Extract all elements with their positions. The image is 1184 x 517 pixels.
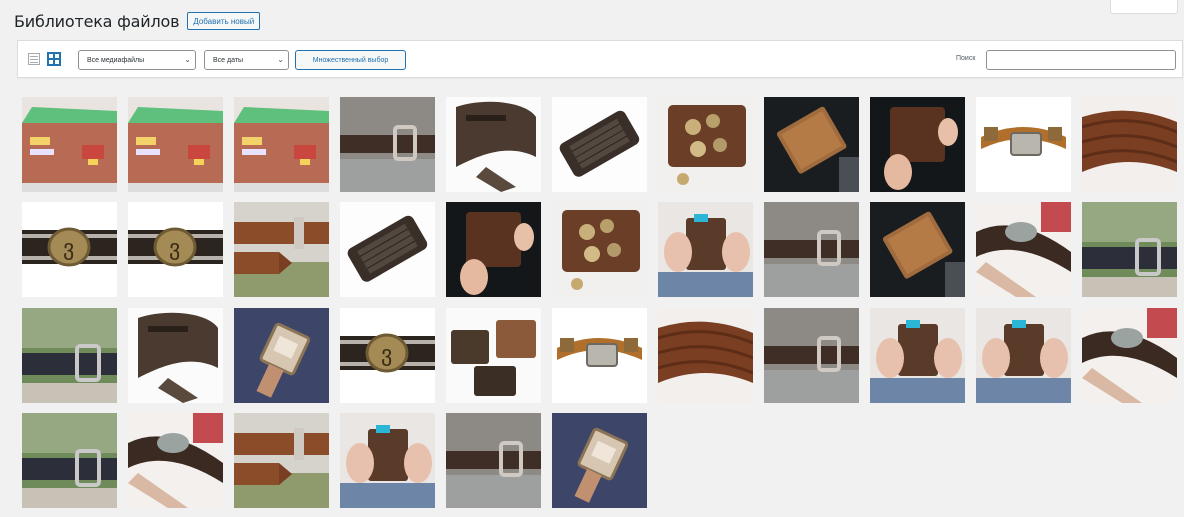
attachment-thumbnail[interactable] [1082,307,1177,403]
date-filter[interactable]: Все даты ⌄ [204,50,289,70]
attachment-thumbnail[interactable] [22,412,117,508]
attachment-thumbnail[interactable] [128,412,223,508]
add-new-button[interactable]: Добавить новый [187,12,261,30]
attachment-thumbnail[interactable] [976,307,1071,403]
attachments-grid: ვ ვ ვ [22,97,1178,511]
attachment-thumbnail[interactable]: ვ [340,307,435,403]
attachment-thumbnail[interactable] [234,307,329,403]
attachment-thumbnail[interactable] [658,202,753,298]
media-type-filter-value: Все медиафайлы [87,56,145,64]
attachment-thumbnail[interactable] [764,97,859,192]
attachment-thumbnail[interactable] [552,412,647,508]
attachment-thumbnail[interactable] [1082,97,1177,192]
attachment-thumbnail[interactable] [446,307,541,403]
attachment-thumbnail[interactable] [870,202,965,298]
date-filter-value: Все даты [213,56,244,64]
attachment-thumbnail[interactable]: ვ [22,202,117,298]
attachment-thumbnail[interactable] [128,307,223,403]
media-type-filter[interactable]: Все медиафайлы ⌄ [78,50,196,70]
attachment-thumbnail[interactable] [446,97,541,192]
attachment-thumbnail[interactable] [764,202,859,298]
attachment-thumbnail[interactable] [446,412,541,508]
chevron-down-icon: ⌄ [277,55,284,64]
attachment-thumbnail[interactable] [22,97,117,192]
attachment-thumbnail[interactable] [658,307,753,403]
search-input[interactable] [986,50,1176,70]
attachment-thumbnail[interactable] [128,97,223,192]
svg-text:ვ: ვ [63,236,74,261]
chevron-down-icon: ⌄ [184,55,191,64]
attachment-thumbnail[interactable] [340,97,435,192]
attachment-thumbnail[interactable] [976,97,1071,192]
attachment-thumbnail[interactable] [234,412,329,508]
attachment-thumbnail[interactable] [870,307,965,403]
page-header: Библиотека файлов Добавить новый [14,8,261,34]
attachment-thumbnail[interactable]: ვ [128,202,223,298]
attachment-thumbnail[interactable] [234,202,329,298]
attachment-thumbnail[interactable] [1082,202,1177,298]
svg-text:ვ: ვ [169,236,180,261]
list-view-icon[interactable] [28,53,40,65]
help-tab[interactable] [1110,0,1178,14]
attachment-thumbnail[interactable] [870,97,965,192]
attachment-thumbnail[interactable] [22,307,117,403]
media-toolbar: Все медиафайлы ⌄ Все даты ⌄ Множественны… [17,40,1183,78]
bulk-select-button[interactable]: Множественный выбор [295,50,406,70]
svg-text:ვ: ვ [381,342,392,367]
attachment-thumbnail[interactable] [446,202,541,298]
attachment-thumbnail[interactable] [552,307,647,403]
attachment-thumbnail[interactable] [552,202,647,298]
attachment-thumbnail[interactable] [764,307,859,403]
search-label: Поиск [956,55,976,62]
attachment-thumbnail[interactable] [340,202,435,298]
attachment-thumbnail[interactable] [552,97,647,192]
attachment-thumbnail[interactable] [340,412,435,508]
page-title: Библиотека файлов [14,11,180,31]
attachment-thumbnail[interactable] [234,97,329,192]
grid-view-icon[interactable] [47,52,61,66]
attachment-thumbnail[interactable] [976,202,1071,298]
attachment-thumbnail[interactable] [658,97,753,192]
